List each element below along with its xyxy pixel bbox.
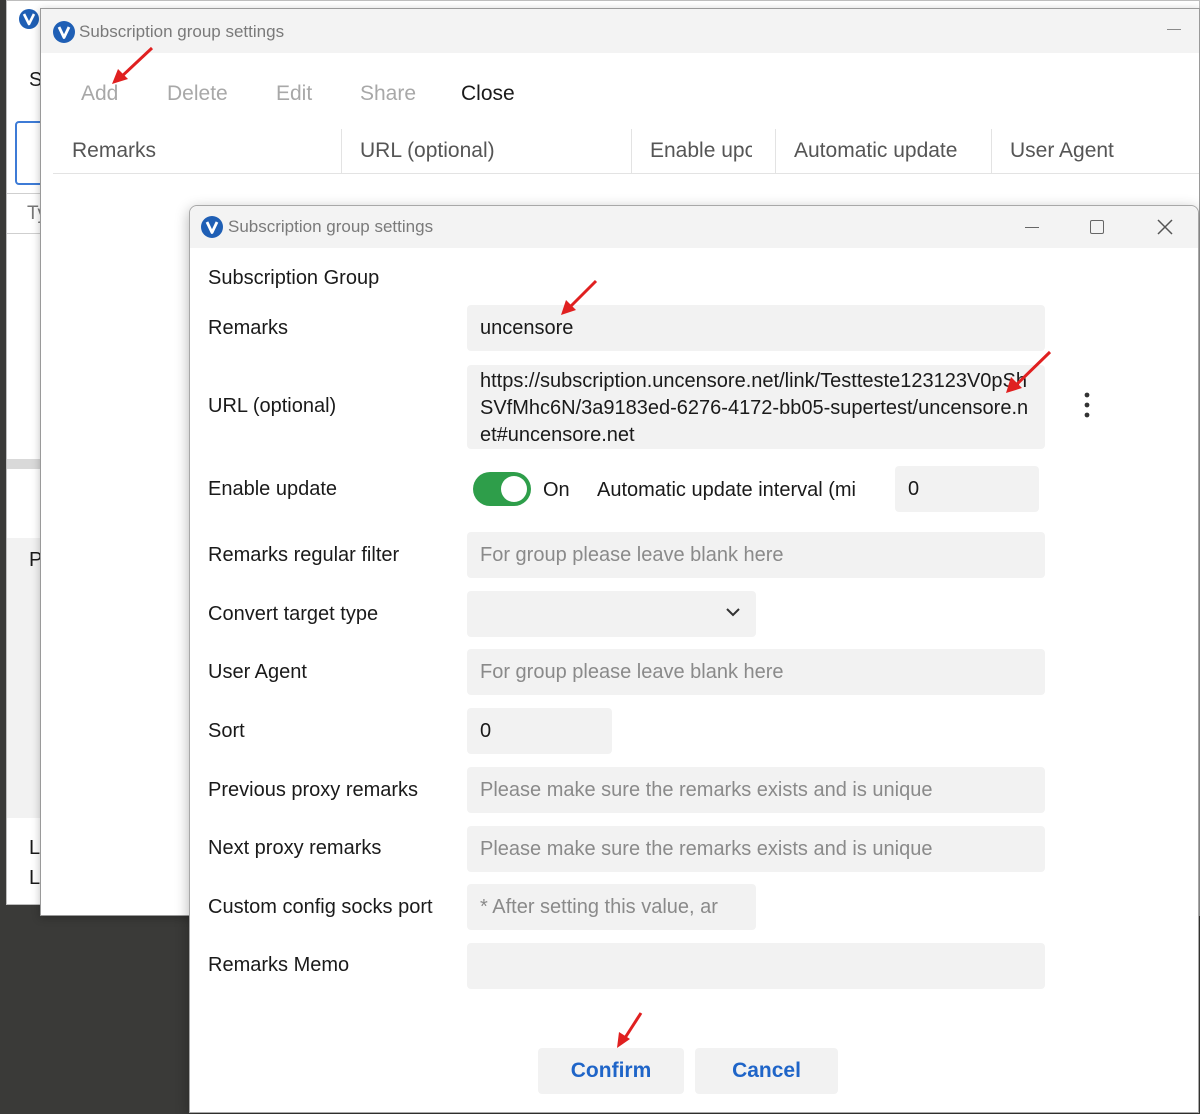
dialog-title: Subscription group settings [228,217,434,236]
convert-target-label: Convert target type [208,603,379,625]
interval-input[interactable]: 0 [895,466,1039,512]
app-logo-icon [19,9,39,34]
delete-button[interactable]: Delete [167,82,228,106]
sort-input[interactable]: 0 [467,708,612,754]
main-window-text-fragment: L [29,867,41,889]
cancel-button[interactable]: Cancel [695,1048,838,1094]
title-bar[interactable]: Subscription group settings [190,206,1198,248]
column-header-automatic-update[interactable]: Automatic update [794,139,974,163]
socks-port-label: Custom config socks port [208,896,433,918]
column-header-url[interactable]: URL (optional) [360,139,620,163]
more-vertical-icon[interactable] [1083,392,1091,423]
enable-update-toggle[interactable] [473,472,531,506]
confirm-button[interactable]: Confirm [538,1048,684,1094]
remarks-filter-input[interactable]: For group please leave blank here [467,532,1045,578]
red-arrow-annotation [1006,350,1052,393]
title-bar[interactable]: Subscription group settings [41,9,1199,53]
url-label: URL (optional) [208,395,337,417]
remarks-label: Remarks [208,317,289,339]
prev-proxy-input[interactable]: Please make sure the remarks exists and … [467,767,1045,813]
enable-update-label: Enable update [208,478,338,500]
red-arrow-annotation [561,279,598,315]
edit-button[interactable]: Edit [276,82,312,106]
subscription-settings-dialog: Subscription group settings Subscription… [189,205,1199,1113]
socks-port-input[interactable]: * After setting this value, ar [467,884,756,930]
chevron-down-icon [724,603,742,627]
user-agent-label: User Agent [208,661,307,683]
column-header-remarks[interactable]: Remarks [72,139,332,163]
toggle-knob [501,476,527,502]
memo-input[interactable] [467,943,1045,989]
interval-label: Automatic update interval (mi [597,479,857,501]
column-header-user-agent[interactable]: User Agent [1010,139,1190,163]
convert-target-select[interactable] [467,591,756,637]
close-button[interactable]: Close [461,82,515,106]
header-divider [53,173,1199,174]
v2ray-logo-icon [201,216,223,243]
minimize-icon[interactable] [1167,29,1181,30]
share-button[interactable]: Share [360,82,416,106]
minimize-icon[interactable] [1020,215,1044,239]
close-icon[interactable] [1153,215,1177,239]
v2ray-logo-icon [53,21,75,48]
toggle-state-text: On [543,479,570,501]
next-proxy-label: Next proxy remarks [208,837,382,859]
column-separator[interactable] [991,129,992,173]
user-agent-input[interactable]: For group please leave blank here [467,649,1045,695]
window-title: Subscription group settings [79,22,285,41]
column-separator[interactable] [775,129,776,173]
remarks-input[interactable]: uncensore [467,305,1045,351]
red-arrow-annotation [617,1012,643,1048]
sort-label: Sort [208,720,245,742]
main-window-text-fragment: L [29,837,41,859]
prev-proxy-label: Previous proxy remarks [208,779,419,801]
red-arrow-annotation [112,46,154,84]
url-input[interactable]: https://subscription.uncensore.net/link/… [467,365,1045,449]
column-separator[interactable] [631,129,632,173]
remarks-filter-label: Remarks regular filter [208,544,400,566]
column-separator[interactable] [341,129,342,173]
maximize-icon[interactable] [1085,215,1109,239]
group-heading: Subscription Group [208,267,380,289]
memo-label: Remarks Memo [208,954,350,976]
next-proxy-input[interactable]: Please make sure the remarks exists and … [467,826,1045,872]
column-header-enable-update[interactable]: Enable upc [650,139,752,163]
